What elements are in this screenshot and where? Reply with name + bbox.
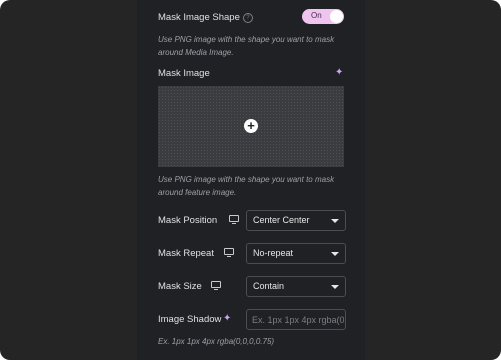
mask-image-label: Mask Image — [158, 68, 210, 79]
mask-repeat-select[interactable]: No-repeat — [246, 243, 346, 264]
mask-repeat-value: No-repeat — [253, 248, 294, 258]
image-shadow-hint: Ex. 1px 1px 4px rgba(0,0,0,0.75) — [158, 337, 275, 346]
chevron-down-icon — [331, 285, 339, 289]
mask-position-value: Center Center — [253, 215, 310, 225]
mask-shape-toggle[interactable]: On — [302, 9, 344, 24]
mask-position-select[interactable]: Center Center — [246, 210, 346, 231]
sparkle-icon[interactable]: ✦ — [223, 313, 231, 324]
mask-size-select[interactable]: Contain — [246, 276, 346, 297]
mask-shape-row: Mask Image Shape? — [158, 12, 253, 23]
mask-repeat-label: Mask Repeat — [158, 248, 214, 259]
toggle-knob — [330, 10, 343, 23]
app-frame: Mask Image Shape? On Use PNG image with … — [0, 0, 501, 360]
image-shadow-field[interactable] — [246, 309, 346, 330]
mask-image-dropzone[interactable]: + — [158, 86, 344, 167]
mask-shape-hint: Use PNG image with the shape you want to… — [158, 35, 335, 57]
mask-image-hint: Use PNG image with the shape you want to… — [158, 175, 335, 197]
chevron-down-icon — [331, 252, 339, 256]
mask-size-value: Contain — [253, 281, 285, 291]
plus-icon[interactable]: + — [244, 119, 258, 133]
sparkle-icon[interactable]: ✦ — [335, 67, 343, 78]
mask-size-label: Mask Size — [158, 281, 202, 292]
chevron-down-icon — [331, 219, 339, 223]
image-shadow-label: Image Shadow — [158, 314, 222, 325]
toggle-state-text: On — [311, 11, 322, 20]
image-shadow-input[interactable] — [247, 310, 344, 329]
mask-position-label: Mask Position — [158, 215, 218, 226]
help-icon[interactable]: ? — [242, 13, 253, 23]
mask-shape-label: Mask Image Shape — [158, 12, 240, 23]
